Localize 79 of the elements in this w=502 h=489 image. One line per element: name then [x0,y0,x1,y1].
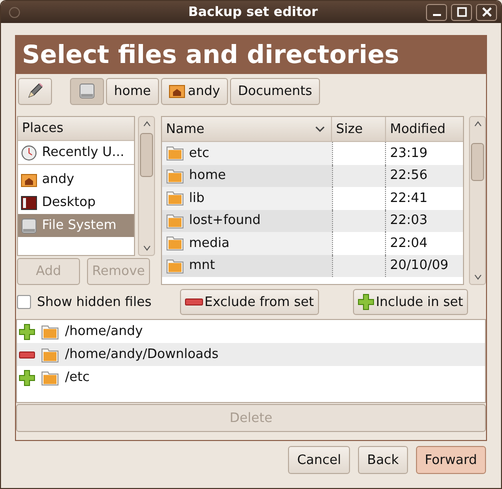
column-header[interactable]: Size [332,117,386,141]
dialog-button[interactable]: Cancel [288,446,350,474]
folder-icon [41,324,59,340]
backup-set-row[interactable]: /etc [17,366,485,389]
scroll-down-icon[interactable] [142,245,150,251]
close-icon [482,7,492,17]
place-item[interactable]: Desktop [18,191,134,214]
drive-button[interactable] [70,78,104,104]
modified-time: 22:41 [390,190,428,206]
file-row[interactable]: home 22:56 [162,164,464,187]
home-folder-icon [168,84,185,98]
modified-time: 22:03 [390,213,428,228]
pencil-icon [26,82,44,100]
file-name: home [189,168,226,184]
file-name: etc [189,146,210,161]
file-name: lost+found [189,213,261,228]
folder-path: /etc [65,370,90,385]
scrollbar[interactable] [138,116,155,256]
page-header: Select files and directories [16,36,486,74]
minus-icon [184,298,203,306]
file-row[interactable]: mnt 20/10/09 [162,254,464,277]
folder-icon [41,370,59,386]
scroll-up-icon[interactable] [142,121,150,127]
desktop-icon [21,196,37,210]
file-name: lib [189,190,204,206]
backup-set-row[interactable]: /home/andy [17,320,485,343]
edit-location-button[interactable] [18,78,52,104]
show-hidden-checkbox[interactable]: Show hidden files [17,294,152,310]
modified-time: 20/10/09 [390,258,448,274]
plus-icon [19,370,35,386]
window-title: Backup set editor [188,4,318,20]
set-action-button[interactable]: Exclude from set [180,289,319,315]
scrollbar[interactable] [469,116,486,285]
folder-path: /home/andy/Downloads [65,347,219,362]
folder-icon [41,346,59,362]
file-name: mnt [189,258,215,274]
modified-time: 23:19 [390,146,428,161]
folder-icon [166,212,184,229]
clock-icon [21,144,37,160]
path-button[interactable]: andy [160,78,228,104]
modified-time: 22:04 [390,236,428,251]
place-item[interactable]: Recently U... [18,141,134,165]
file-row[interactable]: lib 22:41 [162,187,464,210]
place-item[interactable]: andy [18,168,134,191]
file-row[interactable]: lost+found 22:03 [162,210,464,232]
home-folder-icon [21,172,37,186]
folder-icon [166,145,184,162]
minimize-icon [432,14,440,16]
folder-icon [166,258,184,274]
path-button[interactable]: home [106,78,159,104]
file-name: media [189,236,230,251]
scrollbar-thumb[interactable] [140,133,153,177]
path-button[interactable]: Documents [230,78,320,104]
file-row[interactable]: etc 23:19 [162,142,464,164]
drive-icon [21,218,37,234]
file-row[interactable]: media 22:04 [162,232,464,254]
folder-path: /home/andy [65,324,143,339]
minimize-button[interactable] [426,4,447,20]
set-action-button[interactable]: Include in set [352,289,468,315]
column-header[interactable]: Places [18,117,134,141]
column-header[interactable]: Name [162,117,332,141]
folder-icon [166,190,184,206]
folder-icon [166,168,184,184]
modified-time: 22:56 [390,168,428,184]
plus-icon [358,294,374,310]
sort-caret-icon [315,125,325,133]
maximize-button[interactable] [451,4,472,20]
plus-icon [19,324,35,340]
column-header[interactable]: Modified [386,117,464,141]
dialog-button[interactable]: Forward [416,446,486,474]
scroll-up-icon[interactable] [474,121,482,127]
folder-icon [166,235,184,252]
backup-set-row[interactable]: /home/andy/Downloads [17,343,485,366]
dialog-button[interactable]: Back [358,446,408,474]
close-button[interactable] [476,4,497,20]
scroll-down-icon[interactable] [474,274,482,280]
maximize-icon [456,7,466,17]
drive-icon [78,82,96,100]
scrollbar-thumb[interactable] [471,143,484,181]
